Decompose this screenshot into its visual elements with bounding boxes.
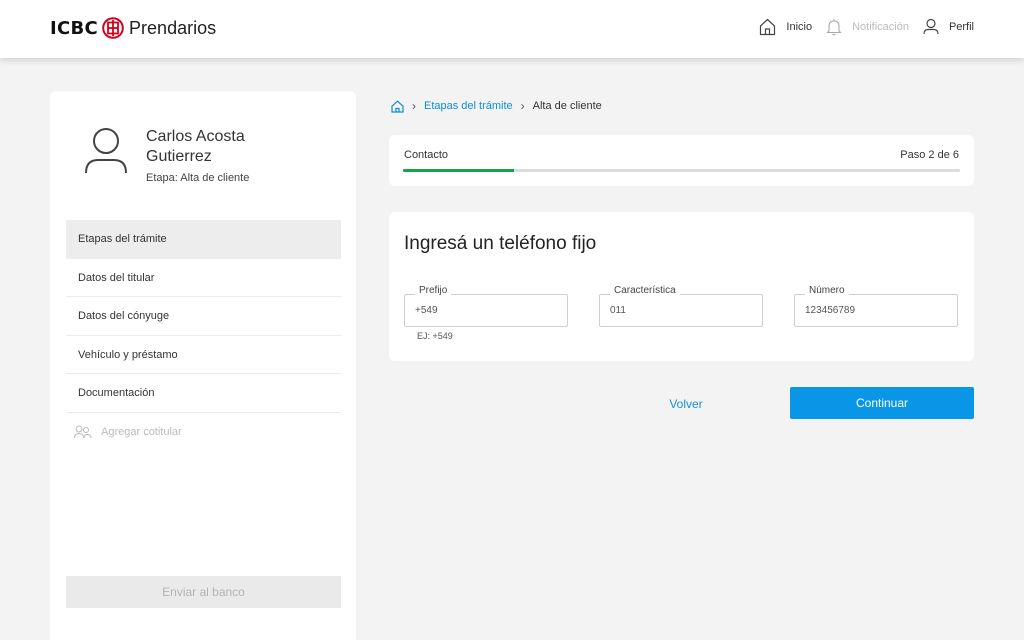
sidebar-menu: Etapas del trámite Datos del titular Dat…: [66, 220, 341, 451]
progress-bar: [403, 169, 960, 172]
sidebar-item-etapas[interactable]: Etapas del trámite: [66, 220, 341, 259]
area-code-input[interactable]: [610, 295, 755, 326]
brand-name: Prendarios: [129, 17, 217, 38]
progress-step: Paso 2 de 6: [900, 149, 959, 161]
prefix-help-text: EJ: +549: [417, 331, 453, 341]
prefix-field: Prefijo: [404, 285, 568, 327]
profile-stage: Etapa: Alta de cliente: [146, 172, 250, 184]
icbc-logo-icon: [102, 17, 124, 39]
form-title: Ingresá un teléfono fijo: [404, 233, 597, 254]
user-icon: [923, 18, 939, 35]
number-field: Número: [794, 285, 958, 327]
progress-bar-fill: [403, 169, 515, 172]
back-button[interactable]: Volver: [637, 389, 735, 419]
profile-name: Carlos Acosta Gutierrez: [146, 128, 245, 165]
chevron-right-icon: ›: [520, 99, 525, 113]
nav-notifications-label: Notificación: [852, 21, 909, 33]
brand-prefix: ICBC: [50, 17, 99, 39]
progress-label: Contacto: [404, 149, 449, 161]
breadcrumb: › Etapas del trámite › Alta de cliente: [391, 99, 602, 113]
sidebar-item-vehiculo[interactable]: Vehículo y préstamo: [66, 336, 341, 374]
nav-profile[interactable]: Perfil: [923, 18, 974, 36]
sidebar-item-agregar-cotitular[interactable]: Agregar cotitular: [66, 413, 341, 452]
number-input[interactable]: [805, 295, 950, 326]
bell-icon: [826, 19, 842, 36]
nav-notifications[interactable]: Notificación: [826, 18, 909, 36]
profile-summary: Carlos Acosta Gutierrez Etapa: Alta de c…: [84, 127, 306, 184]
sidebar: Carlos Acosta Gutierrez Etapa: Alta de c…: [50, 91, 356, 640]
continue-button[interactable]: Continuar: [790, 387, 974, 419]
prefix-input[interactable]: [415, 295, 560, 326]
sidebar-item-titular[interactable]: Datos del titular: [66, 259, 341, 297]
add-users-icon: [74, 425, 92, 438]
area-code-field: Característica: [599, 285, 763, 327]
send-to-bank-button[interactable]: Enviar al banco: [66, 576, 341, 608]
top-header: ICBC Prendarios Inicio Notificación Perf…: [0, 0, 1024, 58]
breadcrumb-link[interactable]: Etapas del trámite: [424, 100, 513, 112]
nav-home[interactable]: Inicio: [759, 18, 812, 36]
breadcrumb-current: Alta de cliente: [532, 100, 602, 112]
sidebar-item-documentacion[interactable]: Documentación: [66, 374, 341, 413]
sidebar-item-agregar-cotitular-label: Agregar cotitular: [101, 425, 182, 438]
home-icon[interactable]: [391, 99, 404, 113]
sidebar-item-conyuge[interactable]: Datos del cónyuge: [66, 297, 341, 336]
phone-form-card: Ingresá un teléfono fijo Prefijo Caracte…: [389, 212, 974, 361]
nav-profile-label: Perfil: [948, 21, 974, 33]
brand-logo[interactable]: ICBC Prendarios: [50, 17, 216, 39]
home-icon: [760, 18, 776, 36]
avatar-icon: [85, 128, 127, 174]
nav-home-label: Inicio: [786, 21, 813, 33]
chevron-right-icon: ›: [412, 99, 416, 113]
top-nav: Inicio Notificación Perfil: [759, 18, 974, 36]
progress-card: Contacto Paso 2 de 6: [389, 135, 974, 186]
